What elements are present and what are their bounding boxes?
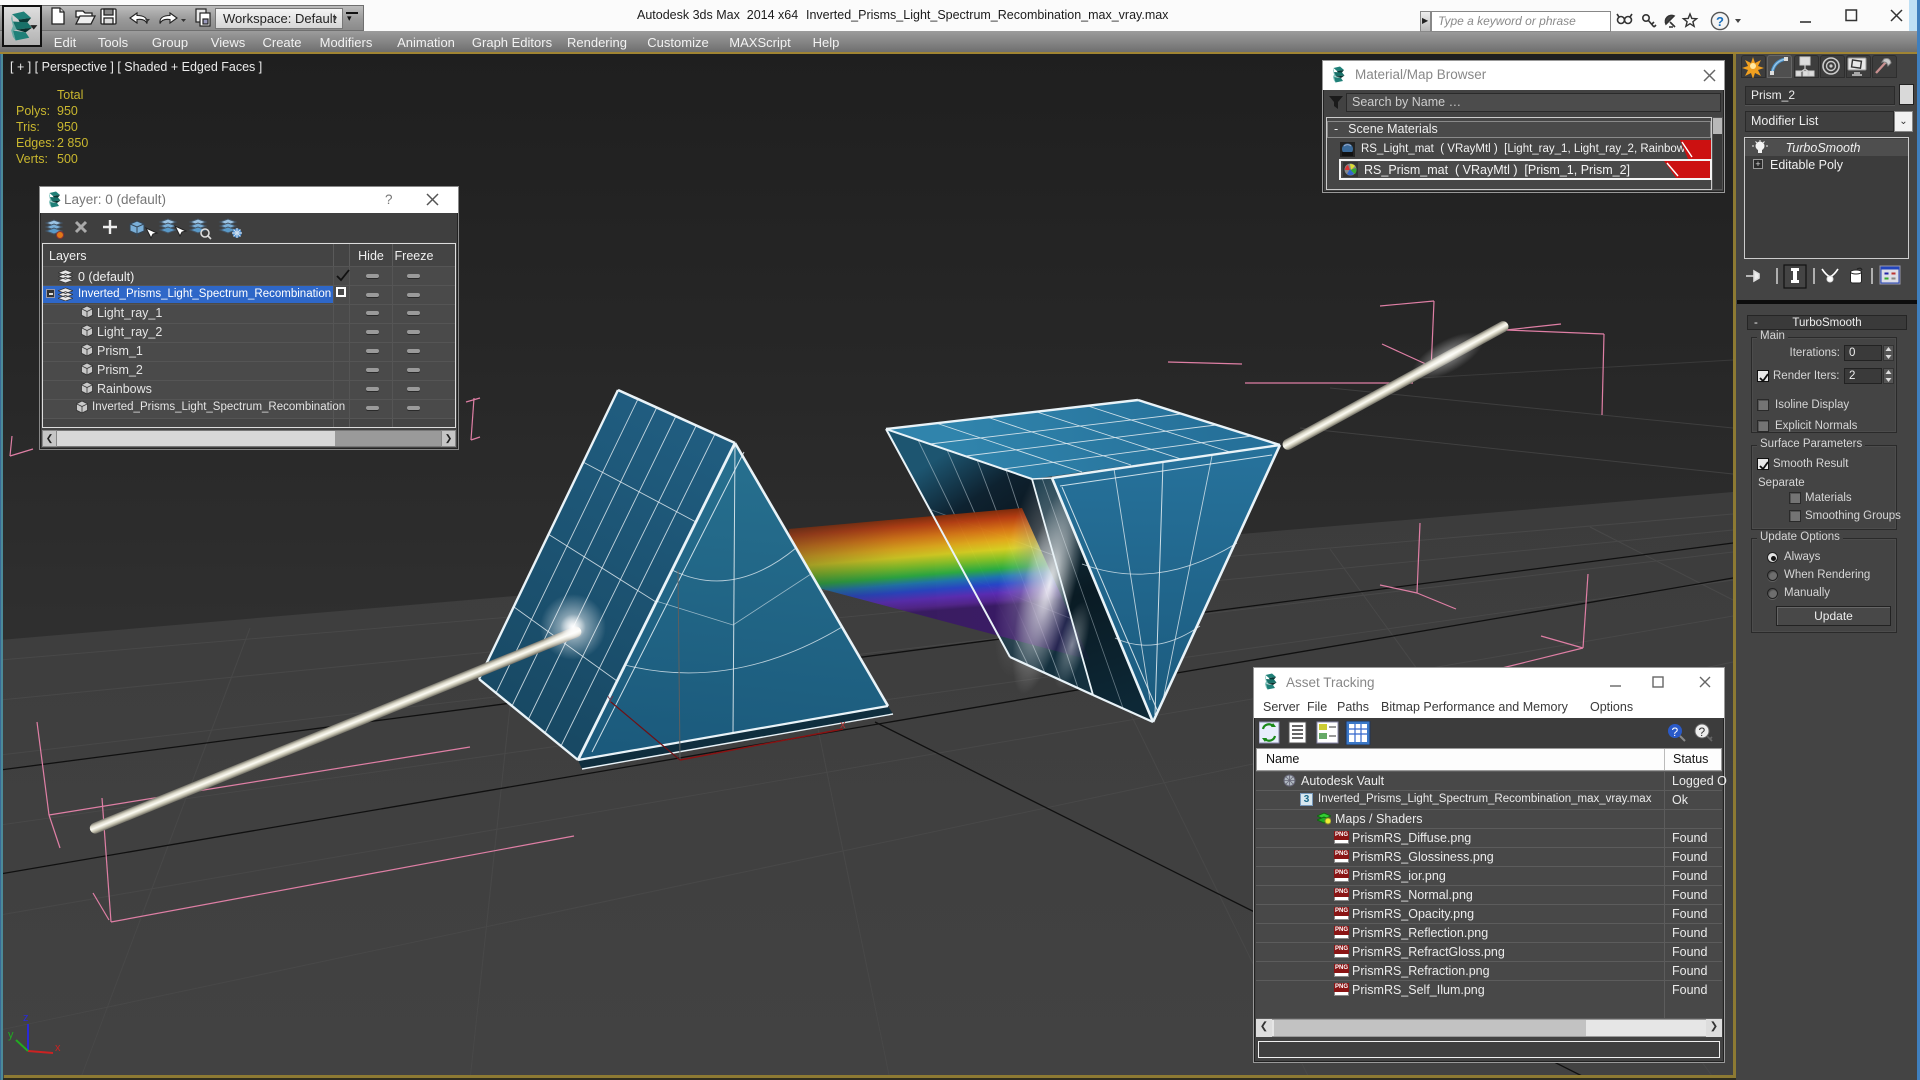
svg-text:?: ? — [1672, 725, 1679, 739]
svg-text:Tris:: Tris: — [16, 120, 40, 134]
svg-text:?: ? — [1716, 14, 1724, 29]
svg-text:950: 950 — [57, 120, 78, 134]
svg-text:Polys:: Polys: — [16, 104, 50, 118]
svg-text:x: x — [840, 719, 846, 731]
svg-text:x: x — [55, 1042, 61, 1054]
svg-text:z: z — [23, 1012, 29, 1024]
svg-text:500: 500 — [57, 152, 78, 166]
svg-text:950: 950 — [57, 104, 78, 118]
svg-text:Verts:: Verts: — [16, 152, 48, 166]
svg-text:y: y — [8, 1029, 14, 1041]
svg-text:2 850: 2 850 — [57, 136, 88, 150]
svg-text:Edges:: Edges: — [16, 136, 55, 150]
svg-text:?: ? — [1699, 725, 1706, 739]
svg-text:Y: Y — [607, 695, 614, 706]
svg-text:[ + ] [ Perspective ] [ Shaded: [ + ] [ Perspective ] [ Shaded + Edged F… — [10, 60, 262, 74]
svg-text:Total: Total — [57, 88, 83, 102]
